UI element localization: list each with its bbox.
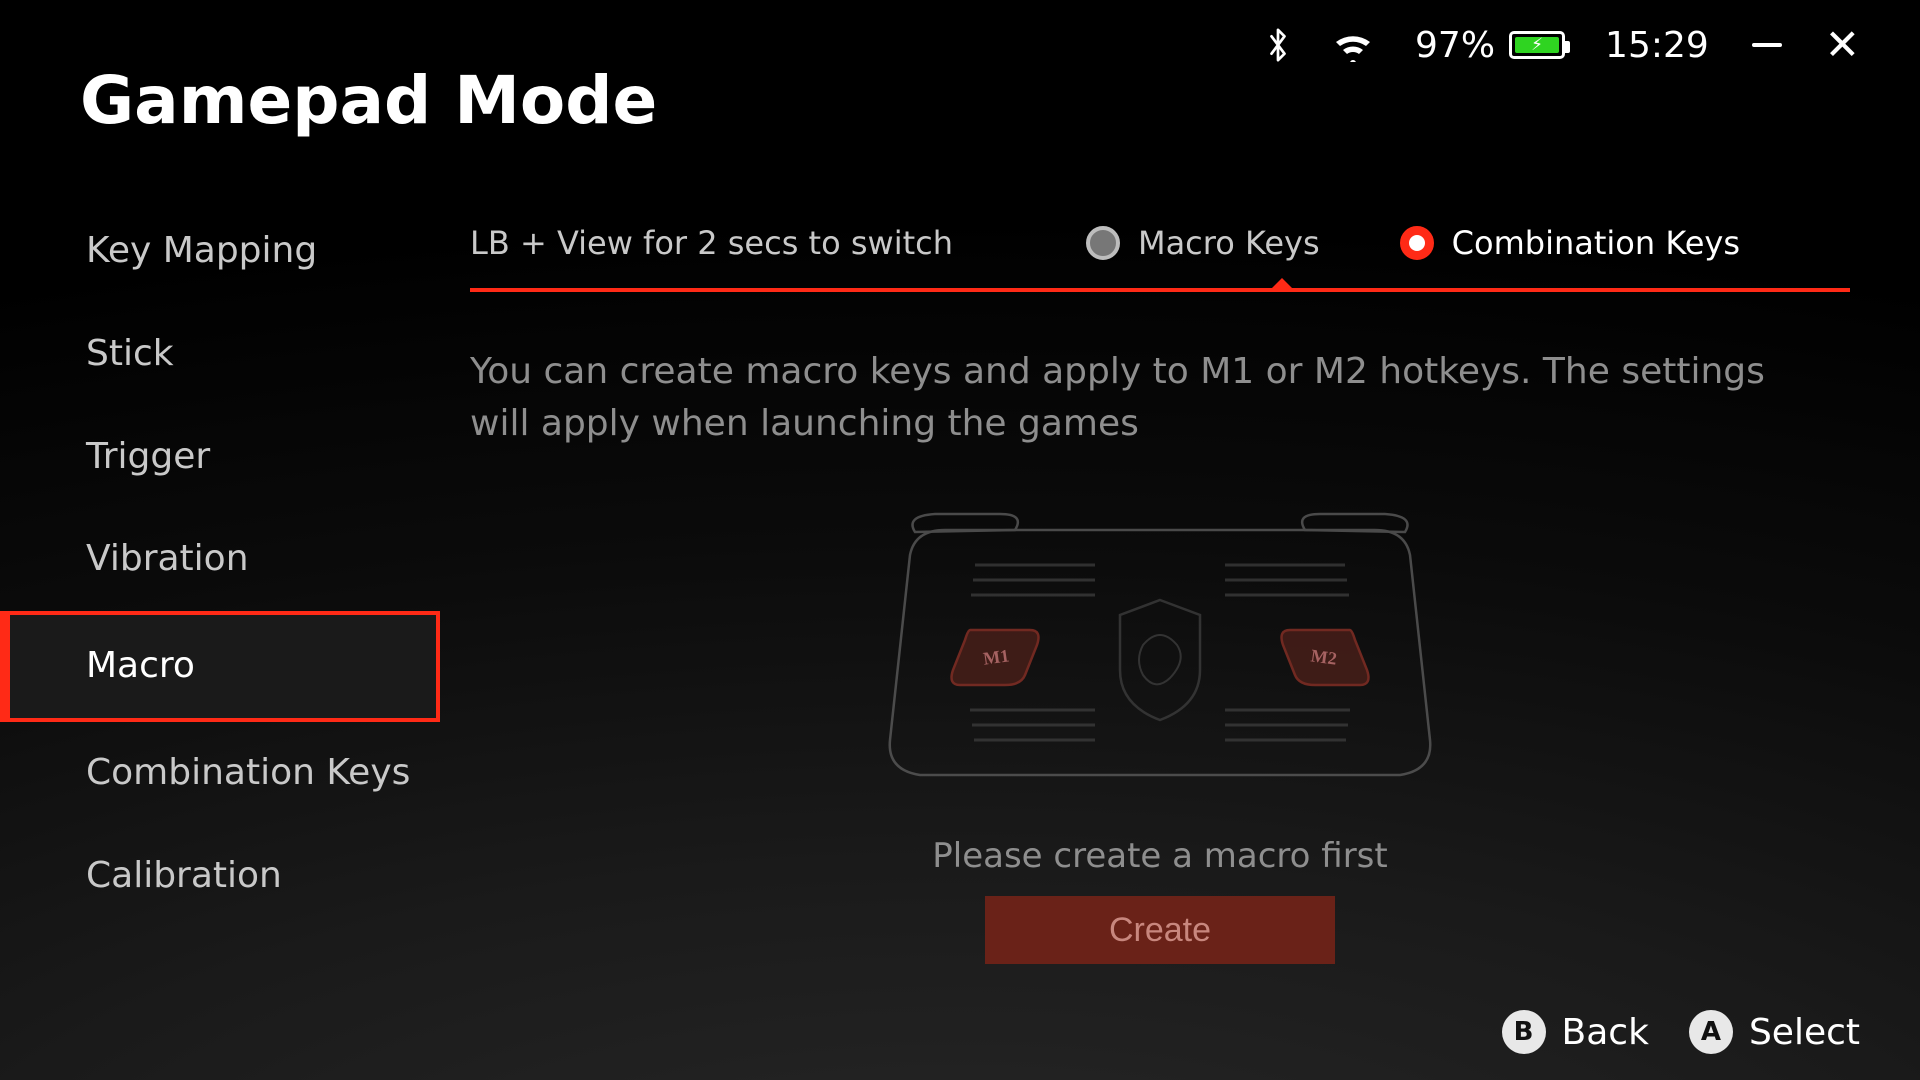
- status-bar: 97% ⚡ 15:29 ✕: [1265, 24, 1860, 66]
- battery-icon: ⚡: [1509, 31, 1565, 59]
- sidebar-item-label: Vibration: [86, 538, 249, 579]
- sidebar-item-vibration[interactable]: Vibration: [0, 508, 440, 611]
- radio-combination-keys[interactable]: Combination Keys: [1400, 224, 1740, 262]
- radio-label: Macro Keys: [1138, 224, 1320, 262]
- sidebar-item-label: Stick: [86, 333, 174, 374]
- radio-macro-keys[interactable]: Macro Keys: [1086, 224, 1320, 262]
- create-prompt: Please create a macro first: [932, 836, 1387, 876]
- sidebar-item-macro[interactable]: Macro: [0, 611, 440, 722]
- a-button-icon: A: [1689, 1010, 1733, 1054]
- mode-switch-row: LB + View for 2 secs to switch Macro Key…: [470, 224, 1850, 286]
- section-description: You can create macro keys and apply to M…: [470, 346, 1790, 450]
- sidebar-item-key-mapping[interactable]: Key Mapping: [0, 200, 440, 303]
- battery-percentage: 97%: [1415, 25, 1495, 66]
- radio-dot-icon: [1400, 226, 1434, 260]
- sidebar: Key Mapping Stick Trigger Vibration Macr…: [0, 200, 440, 928]
- footer-back-label: Back: [1562, 1012, 1649, 1053]
- mode-radio-group: Macro Keys Combination Keys: [1086, 224, 1740, 262]
- footer-back[interactable]: B Back: [1502, 1010, 1649, 1054]
- radio-label: Combination Keys: [1452, 224, 1740, 262]
- svg-text:M1: M1: [982, 646, 1011, 669]
- footer-hints: B Back A Select: [1502, 1010, 1860, 1054]
- svg-text:M2: M2: [1310, 646, 1339, 669]
- sidebar-item-label: Key Mapping: [86, 230, 317, 271]
- close-button[interactable]: ✕: [1825, 24, 1860, 66]
- page-title: Gamepad Mode: [80, 62, 657, 139]
- sidebar-item-combination-keys[interactable]: Combination Keys: [0, 722, 440, 825]
- sidebar-item-label: Trigger: [86, 436, 210, 477]
- b-button-icon: B: [1502, 1010, 1546, 1054]
- bluetooth-icon: [1265, 25, 1291, 65]
- sidebar-item-calibration[interactable]: Calibration: [0, 825, 440, 928]
- radio-dot-icon: [1086, 226, 1120, 260]
- sidebar-item-label: Calibration: [86, 855, 282, 896]
- switch-hint: LB + View for 2 secs to switch: [470, 224, 953, 262]
- create-button[interactable]: Create: [985, 896, 1335, 964]
- divider-notch-icon: [1270, 278, 1294, 290]
- device-area: M1 M2: [470, 510, 1850, 964]
- device-illustration: M1 M2: [875, 510, 1445, 800]
- sidebar-item-trigger[interactable]: Trigger: [0, 406, 440, 509]
- content-area: LB + View for 2 secs to switch Macro Key…: [470, 224, 1850, 964]
- sidebar-item-label: Macro: [86, 645, 195, 686]
- wifi-icon: [1331, 25, 1375, 65]
- battery-status: 97% ⚡: [1415, 25, 1565, 66]
- section-divider: [470, 288, 1850, 292]
- clock: 15:29: [1605, 25, 1709, 66]
- sidebar-item-label: Combination Keys: [86, 752, 410, 793]
- sidebar-item-stick[interactable]: Stick: [0, 303, 440, 406]
- minimize-button[interactable]: [1749, 27, 1785, 63]
- footer-select-label: Select: [1749, 1012, 1860, 1053]
- footer-select[interactable]: A Select: [1689, 1010, 1860, 1054]
